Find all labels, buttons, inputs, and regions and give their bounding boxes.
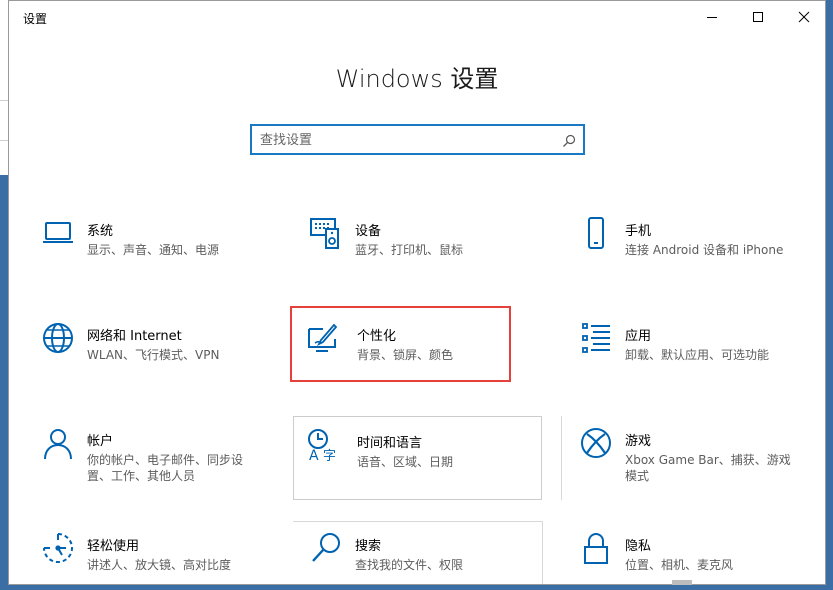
tile-time-language[interactable]: A字 时间和语言 语音、区域、日期 xyxy=(293,416,542,500)
tile-search[interactable]: 搜索 查找我的文件、权限 xyxy=(299,520,544,584)
personalization-icon xyxy=(305,321,339,355)
tile-title: 搜索 xyxy=(355,539,382,554)
settings-window: 设置 Windows 设置 系统 显示、声音、通知、电源 xyxy=(8,0,826,585)
tile-description: WLAN、飞行模式、VPN xyxy=(87,348,220,362)
globe-icon xyxy=(41,321,75,355)
tile-apps[interactable]: 应用 卸载、默认应用、可选功能 xyxy=(569,310,814,394)
tile-title: 设备 xyxy=(355,224,382,239)
title-bar: 设置 xyxy=(9,1,825,33)
tile-title: 隐私 xyxy=(625,539,652,554)
minimize-button[interactable] xyxy=(689,1,735,33)
tile-description: 背景、锁屏、颜色 xyxy=(357,348,454,362)
tile-description: 蓝牙、打印机、鼠标 xyxy=(355,243,464,257)
tile-title: 游戏 xyxy=(625,434,652,449)
tile-accounts[interactable]: 帐户 你的帐户、电子邮件、同步设置、工作、其他人员 xyxy=(31,415,276,499)
tile-devices[interactable]: 设备 蓝牙、打印机、鼠标 xyxy=(299,205,544,289)
tile-title: 个性化 xyxy=(357,329,397,344)
tile-title: 系统 xyxy=(87,224,114,239)
tile-system[interactable]: 系统 显示、声音、通知、电源 xyxy=(31,205,276,289)
tile-description: 位置、相机、麦克风 xyxy=(625,558,734,572)
devices-icon xyxy=(309,216,343,250)
tile-personalization[interactable]: 个性化 背景、锁屏、颜色 xyxy=(290,306,511,382)
tile-description: 语音、区域、日期 xyxy=(357,455,454,469)
tile-title: 网络和 Internet xyxy=(87,329,182,344)
time-language-icon: A字 xyxy=(306,428,340,464)
search-box[interactable] xyxy=(250,124,585,155)
phone-icon xyxy=(579,216,613,250)
tile-title: 时间和语言 xyxy=(357,436,423,451)
tile-title: 轻松使用 xyxy=(87,539,140,554)
ease-of-access-icon xyxy=(41,531,75,565)
tile-description: 你的帐户、电子邮件、同步设置、工作、其他人员 xyxy=(87,453,244,483)
laptop-icon xyxy=(41,216,75,250)
search-icon[interactable] xyxy=(562,133,576,152)
maximize-button[interactable] xyxy=(735,1,781,33)
tile-description: 卸载、默认应用、可选功能 xyxy=(625,348,770,362)
tile-description: 显示、声音、通知、电源 xyxy=(87,243,220,257)
close-icon xyxy=(798,11,810,23)
minimize-icon xyxy=(707,17,717,18)
tile-network[interactable]: 网络和 Internet WLAN、飞行模式、VPN xyxy=(31,310,276,394)
apps-list-icon xyxy=(579,321,613,355)
page-title: Windows 设置 xyxy=(335,65,499,93)
tile-description: 讲述人、放大镜、高对比度 xyxy=(87,558,232,572)
tile-title: 帐户 xyxy=(87,434,114,449)
maximize-icon xyxy=(753,12,763,22)
tile-phone[interactable]: 手机 连接 Android 设备和 iPhone xyxy=(569,205,814,289)
tile-description: 连接 Android 设备和 iPhone xyxy=(625,243,784,257)
tile-description: 查找我的文件、权限 xyxy=(355,558,464,572)
tile-description: Xbox Game Bar、捕获、游戏模式 xyxy=(625,453,791,483)
person-icon xyxy=(41,426,75,460)
search-input[interactable] xyxy=(260,130,550,150)
svg-text:字: 字 xyxy=(323,449,336,462)
tile-title: 应用 xyxy=(625,329,652,344)
lock-icon xyxy=(579,531,613,565)
window-title: 设置 xyxy=(23,12,48,26)
tile-privacy[interactable]: 隐私 位置、相机、麦克风 xyxy=(569,520,814,584)
scrollbar-fragment xyxy=(672,580,692,585)
xbox-icon xyxy=(579,426,613,460)
search-icon xyxy=(309,531,343,565)
tile-gaming[interactable]: 游戏 Xbox Game Bar、捕获、游戏模式 xyxy=(569,415,814,499)
tile-title: 手机 xyxy=(625,224,652,239)
tile-ease-of-access[interactable]: 轻松使用 讲述人、放大镜、高对比度 xyxy=(31,520,276,584)
close-button[interactable] xyxy=(781,1,825,33)
svg-text:A: A xyxy=(309,448,319,462)
